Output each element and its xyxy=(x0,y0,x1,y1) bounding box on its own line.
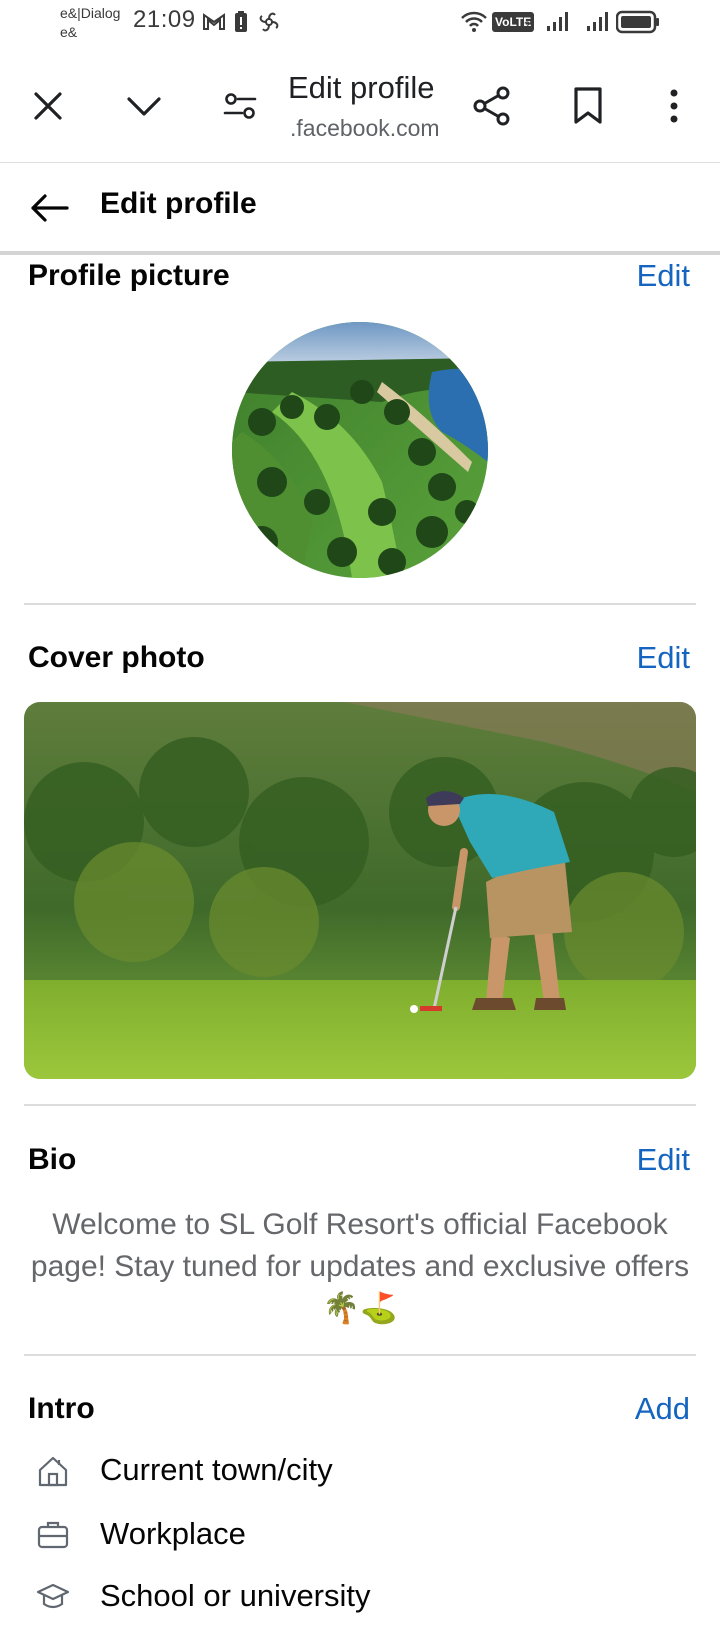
intro-item-label: School or university xyxy=(100,1578,371,1613)
intro-heading: Intro xyxy=(28,1392,95,1425)
carrier-line-1: e&|Dialog xyxy=(60,5,121,21)
tab-title: Edit profile xyxy=(288,70,435,105)
intro-item-workplace[interactable]: Workplace xyxy=(0,1512,720,1562)
cover-photo[interactable] xyxy=(24,702,696,1079)
section-divider xyxy=(24,603,696,605)
tab-url: .facebook.com xyxy=(290,115,440,141)
cover-photo-heading: Cover photo xyxy=(28,641,205,674)
signal-sim1-icon xyxy=(547,12,568,31)
edit-profile-picture-button[interactable]: Edit xyxy=(637,258,690,294)
edit-cover-photo-button[interactable]: Edit xyxy=(637,640,690,676)
more-vert-icon xyxy=(670,89,678,123)
pinwheel-icon xyxy=(259,12,279,32)
settings-sliders-icon xyxy=(223,93,257,119)
gmail-icon xyxy=(203,13,225,30)
intro-item-current-town[interactable]: Current town/city xyxy=(0,1448,720,1498)
chevron-down-icon xyxy=(127,97,161,116)
graduation-cap-icon xyxy=(36,1583,70,1609)
section-divider xyxy=(24,1104,696,1106)
edit-bio-button[interactable]: Edit xyxy=(637,1142,690,1178)
home-icon xyxy=(38,1456,68,1487)
close-tab-button[interactable] xyxy=(22,80,74,132)
bookmark-button[interactable] xyxy=(562,80,614,132)
header-divider xyxy=(0,251,720,255)
wifi-icon xyxy=(461,11,487,32)
signal-sim2-icon xyxy=(587,12,608,31)
arrow-left-icon xyxy=(31,194,69,222)
intro-item-label: Current town/city xyxy=(100,1452,333,1487)
battery-icon xyxy=(616,10,659,34)
section-divider xyxy=(24,1354,696,1356)
minimize-tab-button[interactable] xyxy=(118,80,170,132)
briefcase-icon xyxy=(37,1521,69,1549)
bookmark-icon xyxy=(574,87,602,124)
bio-text: Welcome to SL Golf Resort's official Fac… xyxy=(30,1208,690,1325)
profile-picture-image xyxy=(232,322,488,578)
status-time: 21:09 xyxy=(133,6,196,33)
share-icon xyxy=(473,86,510,126)
sim-index: 2 xyxy=(524,20,531,32)
carrier-line-2: e& xyxy=(60,24,78,40)
page-settings-button[interactable] xyxy=(214,80,266,132)
bio-heading: Bio xyxy=(28,1143,77,1176)
intro-item-school[interactable]: School or university xyxy=(0,1576,720,1626)
share-button[interactable] xyxy=(466,80,518,132)
carrier-label: e&|Dialog e& xyxy=(60,4,120,42)
back-button[interactable] xyxy=(26,188,72,228)
profile-picture[interactable] xyxy=(232,322,488,578)
more-options-button[interactable] xyxy=(648,80,700,132)
toolbar-divider xyxy=(0,162,720,163)
page-title: Edit profile xyxy=(100,187,257,220)
battery-saver-icon xyxy=(235,11,247,32)
profile-picture-heading: Profile picture xyxy=(28,259,230,292)
add-intro-button[interactable]: Add xyxy=(635,1391,690,1427)
close-icon xyxy=(34,92,62,120)
cover-photo-image xyxy=(24,702,696,1079)
intro-item-label: Workplace xyxy=(100,1516,246,1551)
